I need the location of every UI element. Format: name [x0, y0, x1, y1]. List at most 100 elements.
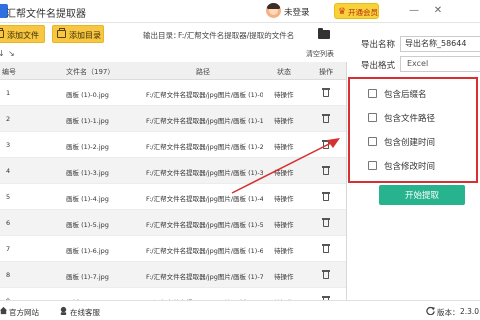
table-row[interactable]: 1 画板 (1)-0.jpg F:/汇帮文件名提取器/jpg图片/画板 (1)-0 待… [0, 80, 346, 106]
app-title: 汇帮文件名提取器 [6, 9, 86, 20]
checkbox[interactable] [368, 89, 377, 98]
row-file-name: 画板 (1)-2.jpg [66, 143, 109, 151]
folder-icon [0, 28, 4, 38]
option-include-created-time[interactable]: 包含创建时间 [368, 136, 468, 148]
checkbox[interactable] [368, 137, 377, 146]
add-directory-button[interactable]: 添加目录 [52, 25, 104, 43]
status-bar: 官方网站 在线客服 版本： 2.3.0.0 [0, 300, 480, 320]
option-include-modified-time[interactable]: 包含修改时间 [368, 160, 468, 172]
header-path: 路径 [196, 68, 210, 76]
row-index: 2 [6, 115, 11, 123]
table-row[interactable]: 9画板 (1)-8.jpgF:/汇帮文件名提取器/jpg图片/画板 (1)-8待… [0, 288, 346, 300]
row-path: F:/汇帮文件名提取器/jpg图片/画板 (1)-4 [146, 195, 263, 203]
close-button[interactable]: ✕ [430, 4, 446, 18]
trash-icon[interactable] [322, 270, 330, 279]
row-index: 7 [6, 245, 11, 253]
output-dir-path[interactable]: F:/汇帮文件名提取器/提取的文件名 [178, 30, 308, 41]
minimize-button[interactable]: — [406, 4, 422, 18]
row-index: 5 [6, 193, 11, 201]
table-row[interactable]: 8 画板 (1)-7.jpg F:/汇帮文件名提取器/jpg图片/画板 (1)-7 待… [0, 262, 346, 288]
start-extract-button[interactable]: 开始提取 [379, 185, 465, 205]
header-status: 状态 [277, 68, 291, 76]
row-file-name: 画板 (1)-1.jpg [66, 117, 109, 125]
row-file-name: 画板 (1)-0.jpg [66, 91, 109, 99]
trash-can [323, 194, 329, 201]
trash-can [323, 220, 329, 227]
trash-icon[interactable] [322, 192, 330, 201]
trash-icon[interactable] [322, 88, 330, 97]
table-row[interactable]: 6 画板 (1)-5.jpg F:/汇帮文件名提取器/jpg图片/画板 (1)-5 待… [0, 210, 346, 236]
table-row[interactable]: 4 画板 (1)-3.jpg F:/汇帮文件名提取器/jpg图片/画板 (1)-3 待… [0, 158, 346, 184]
trash-can [323, 90, 329, 97]
table-row[interactable]: 5 画板 (1)-4.jpg F:/汇帮文件名提取器/jpg图片/画板 (1)-4 待… [0, 184, 346, 210]
clear-list-button[interactable]: 清空列表 [306, 49, 334, 59]
row-status: 待操作 [274, 91, 294, 99]
folder-icon [318, 30, 330, 39]
trash-can [323, 116, 329, 123]
row-status: 待操作 [274, 117, 294, 125]
vip-button[interactable]: ♛ 开通会员 [334, 3, 379, 19]
option-label: 包含创建时间 [384, 138, 436, 148]
table-row[interactable]: 7 画板 (1)-6.jpg F:/汇帮文件名提取器/jpg图片/画板 (1)-6 待… [0, 236, 346, 262]
row-index: 6 [6, 219, 11, 227]
headset-icon [60, 306, 67, 315]
folder-icon [57, 28, 66, 38]
trash-icon[interactable] [322, 218, 330, 227]
trash-icon[interactable] [322, 166, 330, 175]
export-name-input[interactable]: 导出名称_58644 [400, 36, 480, 52]
avatar-hair-icon [267, 3, 280, 9]
option-label: 包含修改时间 [384, 162, 436, 172]
export-format-label: 导出格式 [361, 61, 396, 71]
trash-icon[interactable] [322, 244, 330, 253]
row-status: 待操作 [274, 221, 294, 229]
table-header: 编号 文件名（197） 路径 状态 操作 [0, 62, 346, 80]
official-site-link[interactable]: 官方网站 [9, 307, 39, 318]
row-file-name: 画板 (1)-7.jpg [66, 273, 109, 281]
checkbox[interactable] [368, 113, 377, 122]
file-table: 编号 文件名（197） 路径 状态 操作 1 画板 (1)-0.jpg F:/汇帮文… [0, 62, 347, 300]
row-file-name: 画板 (1)-4.jpg [66, 195, 109, 203]
row-status: 待操作 [274, 247, 294, 255]
title-bar: 汇帮文件名提取器 未登录 ♛ 开通会员 — ✕ [0, 0, 480, 23]
row-path: F:/汇帮文件名提取器/jpg图片/画板 (1)-1 [146, 117, 263, 125]
vip-label: 开通会员 [348, 8, 378, 17]
row-path: F:/汇帮文件名提取器/jpg图片/画板 (1)-7 [146, 273, 263, 281]
trash-can [323, 168, 329, 175]
trash-icon[interactable] [322, 114, 330, 123]
trash-can [323, 272, 329, 279]
row-index: 1 [6, 89, 11, 97]
table-row[interactable]: 2 画板 (1)-1.jpg F:/汇帮文件名提取器/jpg图片/画板 (1)-1 待… [0, 106, 346, 132]
toolbar: 添加文件 添加目录 输出目录： F:/汇帮文件名提取器/提取的文件名 [0, 24, 348, 46]
arrow-icon[interactable]: ↘ [8, 49, 15, 58]
row-index: 3 [6, 141, 11, 149]
header-name: 文件名（197） [66, 68, 115, 76]
row-status: 待操作 [274, 273, 294, 281]
open-output-folder-button[interactable] [316, 27, 332, 41]
row-path: F:/汇帮文件名提取器/jpg图片/画板 (1)-6 [146, 247, 263, 255]
trash-can [323, 142, 329, 149]
options-box: 包含后缀名 包含文件路径 包含创建时间 包含修改时间 [348, 77, 478, 183]
add-directory-label: 添加目录 [69, 31, 101, 40]
login-link[interactable]: 未登录 [284, 6, 310, 18]
arrow-down-icon[interactable]: ↓ [0, 49, 5, 58]
table-row[interactable]: 3 画板 (1)-2.jpg F:/汇帮文件名提取器/jpg图片/画板 (1)-2 待… [0, 132, 346, 158]
output-dir-label: 输出目录： [143, 31, 181, 40]
row-status: 待操作 [274, 169, 294, 177]
online-service-link[interactable]: 在线客服 [70, 307, 100, 318]
option-include-path[interactable]: 包含文件路径 [368, 112, 468, 124]
export-format-select[interactable]: Excel [400, 56, 480, 72]
row-path: F:/汇帮文件名提取器/jpg图片/画板 (1)-5 [146, 221, 263, 229]
option-include-extension[interactable]: 包含后缀名 [368, 88, 468, 100]
row-index: 8 [6, 271, 11, 279]
checkbox[interactable] [368, 161, 377, 170]
trash-icon[interactable] [322, 140, 330, 149]
export-settings-panel: 导出名称 导出名称_58644 导出格式 Excel 包含后缀名 包含文件路径 … [348, 24, 480, 300]
refresh-icon[interactable] [426, 306, 435, 315]
add-file-label: 添加文件 [7, 31, 39, 40]
home-icon [0, 306, 8, 315]
row-file-name: 画板 (1)-3.jpg [66, 169, 109, 177]
row-index: 4 [6, 167, 11, 175]
add-file-button[interactable]: 添加文件 [0, 25, 45, 43]
version-value: 2.3.0.0 [460, 307, 480, 316]
avatar[interactable] [266, 3, 281, 18]
